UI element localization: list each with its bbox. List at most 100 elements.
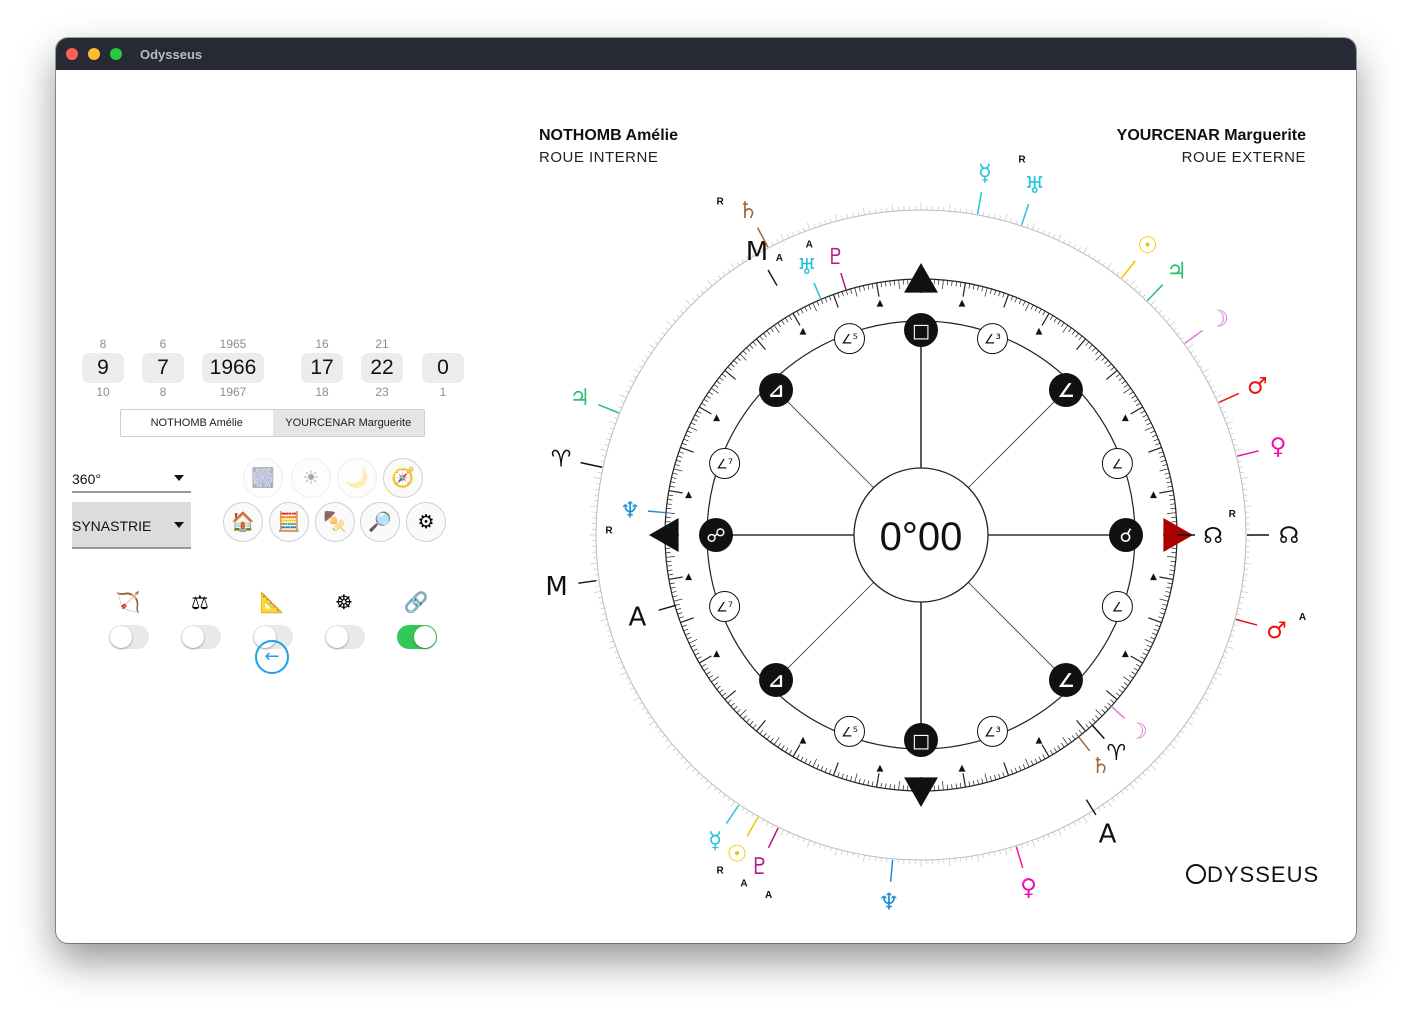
synastry-wheel-chart[interactable]: ▲ ▲ ▲ ▲ ▲ ▲ ▲ ▲ ▲ ▲ ▲ ▲ ▲ ▲ ▲ ▲ 0°00 ☌ ∠ □ ⊿ ☍ ⊿ □ ∠ ∠ ∠³ ∠⁵ ∠⁷ ∠⁷ ∠⁵ ∠… (536, 150, 1306, 920)
outer-degree-tick (600, 618, 608, 622)
hour-current-value[interactable]: 17 (301, 353, 343, 383)
year-current-value[interactable]: 1966 (202, 353, 264, 383)
month-current-value[interactable]: 7 (142, 353, 184, 383)
degree-tick (885, 281, 887, 287)
close-window-button[interactable] (66, 48, 78, 60)
magnifier-button[interactable]: 🔎 (360, 502, 400, 542)
degree-tick (773, 737, 780, 745)
maximize-window-button[interactable] (110, 48, 122, 60)
outer-degree-tick (618, 661, 622, 664)
degree-tick (1110, 699, 1115, 704)
sun-button[interactable]: ☀ (291, 458, 331, 498)
hour-next-value[interactable]: 18 (290, 385, 354, 399)
bow-toggle[interactable] (109, 625, 149, 649)
minute-current-value[interactable]: 22 (361, 353, 403, 383)
inner-planet-icon: ♇ (826, 245, 846, 270)
tab-yourcenar[interactable]: YOURCENAR Marguerite (272, 410, 424, 436)
hour-prev-value[interactable]: 16 (290, 337, 354, 351)
outer-degree-tick (988, 852, 990, 857)
outer-degree-tick (1190, 716, 1194, 720)
outer-degree-tick (595, 488, 600, 491)
abacus-button[interactable]: 🧮 (269, 502, 309, 542)
year-prev-value[interactable]: 1965 (201, 337, 265, 351)
outer-degree-tick (1111, 797, 1115, 802)
kebab-button[interactable]: 🍢 (315, 502, 355, 542)
degree-tick (837, 292, 840, 298)
degree-tick (685, 434, 691, 438)
outer-degree-tick (606, 629, 611, 632)
outer-degree-tick (619, 394, 627, 398)
gear-button[interactable]: ⚙ (406, 502, 446, 542)
degree-tick (841, 773, 844, 779)
aspect-icon: ∠ (1057, 380, 1074, 402)
degree-tick (713, 384, 719, 388)
wheel-toggle[interactable] (325, 625, 365, 649)
axis-label-line (767, 269, 778, 286)
back-button[interactable]: ← (255, 640, 289, 674)
outer-planet-icon: ☉ (727, 842, 748, 868)
outer-planet-line (580, 461, 603, 468)
aspect-icon: ∠⁷ (716, 458, 733, 473)
compass-button[interactable]: 🧭 (383, 458, 423, 498)
link-toggle[interactable] (397, 625, 437, 649)
outer-degree-tick (600, 448, 608, 452)
scales-toggle[interactable] (181, 625, 221, 649)
outer-degree-tick (1088, 813, 1091, 818)
minimize-window-button[interactable] (88, 48, 100, 60)
year-picker[interactable]: 1965 1966 1967 (201, 337, 265, 399)
second-next-value[interactable]: 1 (411, 385, 475, 399)
second-picker[interactable]: 0 1 (411, 337, 475, 399)
degree-tick (742, 715, 747, 720)
outer-degree-tick (982, 853, 985, 859)
year-next-value[interactable]: 1967 (201, 385, 265, 399)
month-picker[interactable]: 6 7 8 (131, 337, 195, 399)
inner-wheel-person-name: NOTHOMB Amélie (539, 127, 678, 144)
minute-next-value[interactable]: 23 (350, 385, 414, 399)
outer-degree-tick (1190, 350, 1194, 354)
fireworks-button[interactable]: 🎆 (243, 458, 283, 498)
degree-tick (665, 556, 675, 558)
second-prev-value[interactable] (411, 337, 475, 351)
tab-nothomb[interactable]: NOTHOMB Amélie (121, 410, 273, 436)
moon-button[interactable]: 🌙 (337, 458, 377, 498)
outer-degree-tick (654, 725, 659, 729)
minute-prev-value[interactable]: 21 (350, 337, 414, 351)
outer-degree-tick (685, 764, 692, 771)
degree-tick (867, 284, 870, 290)
degrees-dropdown[interactable]: 360° (72, 469, 191, 493)
degree-tick (746, 347, 751, 352)
month-next-value[interactable]: 8 (131, 385, 195, 399)
axis-label-line (578, 579, 597, 584)
degree-tick (1076, 338, 1087, 351)
outer-degree-tick (1142, 294, 1146, 298)
degree-tick (800, 308, 804, 314)
planet-note: A (740, 878, 747, 889)
aspect-marker: ∠⁷ (709, 448, 741, 480)
outer-degree-tick (1138, 290, 1142, 294)
mode-dropdown[interactable]: SYNASTRIE (72, 502, 191, 549)
house-button[interactable]: 🏠 (223, 502, 263, 542)
degree-tick (670, 586, 676, 589)
degree-tick (824, 297, 828, 303)
outer-degree-tick (644, 711, 649, 715)
month-prev-value[interactable]: 6 (131, 337, 195, 351)
aspect-spoke (775, 582, 874, 681)
day-current-value[interactable]: 9 (82, 353, 124, 383)
second-current-value[interactable]: 0 (422, 353, 464, 383)
degree-tick (1144, 426, 1154, 431)
degree-tick (1140, 656, 1146, 660)
day-prev-value[interactable]: 8 (71, 337, 135, 351)
degree-tick (1018, 765, 1022, 771)
day-picker[interactable]: 8 9 10 (71, 337, 135, 399)
outer-degree-tick (608, 645, 616, 649)
outer-degree-tick (1129, 280, 1135, 287)
outer-degree-tick (1205, 375, 1209, 378)
outer-degree-tick (1224, 651, 1229, 654)
hour-picker[interactable]: 16 17 18 (290, 337, 354, 399)
day-next-value[interactable]: 10 (71, 385, 135, 399)
degree-tick (665, 512, 675, 514)
aspect-marker: ☌ (1109, 518, 1143, 552)
triangle-ruler-icon: 📐 (259, 590, 285, 614)
minute-picker[interactable]: 21 22 23 (350, 337, 414, 399)
outer-degree-tick (604, 443, 609, 446)
